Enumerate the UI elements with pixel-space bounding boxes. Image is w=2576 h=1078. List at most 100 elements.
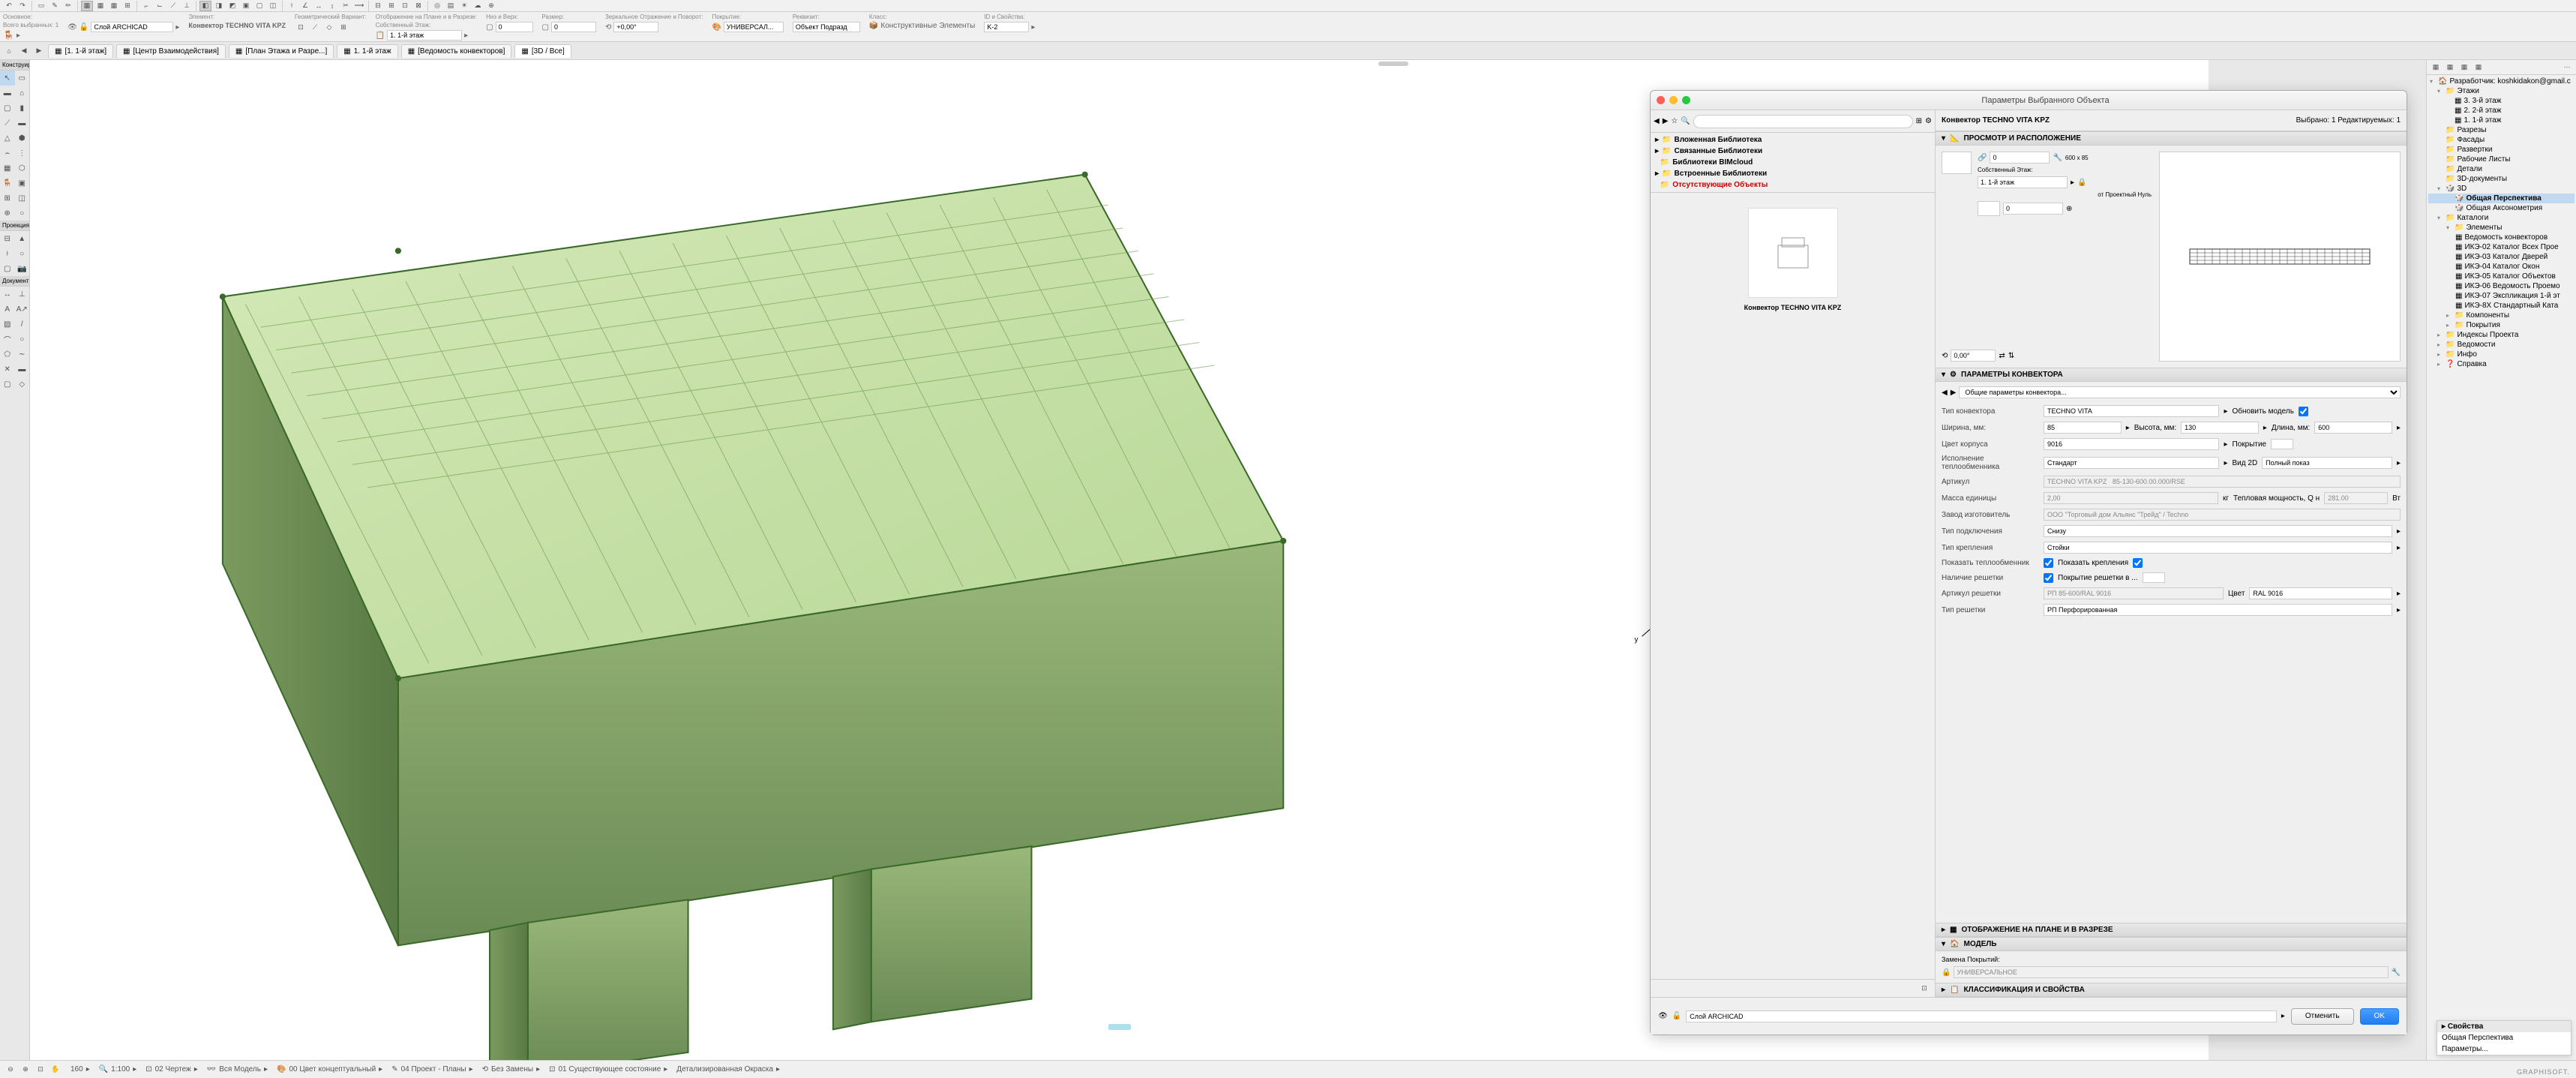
hotspot-tool[interactable]: ✕	[0, 362, 15, 377]
param-next-icon[interactable]: ▶	[1951, 389, 1957, 397]
view6-icon[interactable]: ◫	[267, 1, 279, 11]
nav-perspective[interactable]: 🎲Общая Перспектива	[2428, 194, 2575, 203]
redo-icon[interactable]: ↷	[16, 1, 28, 11]
nav-tab4-icon[interactable]: ▦	[2473, 62, 2485, 73]
nav-razvertki[interactable]: 📁Развертки	[2428, 145, 2575, 155]
nav-tab1-icon[interactable]: ▦	[2430, 62, 2442, 73]
floor-input[interactable]	[387, 30, 462, 41]
elev-tool[interactable]: ▲	[15, 231, 30, 246]
ws-tool[interactable]: ▢	[0, 261, 15, 276]
ok-button[interactable]: OK	[2360, 1008, 2399, 1025]
section-tool[interactable]: ⊟	[0, 231, 15, 246]
cursor-icon[interactable]: ▭	[35, 1, 47, 11]
footer-layer-input[interactable]	[1686, 1010, 2277, 1022]
dialog-titlebar[interactable]: Параметры Выбранного Объекта	[1651, 91, 2407, 110]
layer1-icon[interactable]: ▦	[81, 1, 93, 11]
nav-tab3-icon[interactable]: ▦	[2458, 62, 2470, 73]
settings-icon[interactable]: ⚙	[1925, 117, 1932, 125]
mount-type-input[interactable]	[2044, 542, 2392, 554]
coords-icon[interactable]: ⊕	[2066, 205, 2072, 213]
tab-floor1b[interactable]: ▦1. 1-й этаж	[337, 44, 397, 58]
measure-icon[interactable]: ⟊	[286, 1, 298, 11]
cursor-tool[interactable]: ↖	[0, 71, 15, 86]
curtain-tool[interactable]: ▦	[0, 161, 15, 176]
conn-type-input[interactable]	[2044, 525, 2392, 537]
pokrytie-input[interactable]	[724, 22, 784, 32]
own-floor-select[interactable]	[1978, 176, 2068, 188]
view3-icon[interactable]: ◩	[226, 1, 238, 11]
zone-tool[interactable]: ▣	[15, 176, 30, 191]
nav-elements[interactable]: ▾📁Элементы	[2428, 223, 2575, 233]
nav-cat2[interactable]: ▦ИКЭ-03 Каталог Дверей	[2428, 252, 2575, 262]
railing-tool[interactable]: ⋮	[15, 146, 30, 161]
nav-cat1[interactable]: ▦ИКЭ-02 Каталог Всех Прое	[2428, 242, 2575, 252]
snap1-icon[interactable]: ⌐	[140, 1, 152, 11]
camera-tool[interactable]: 📷	[15, 261, 30, 276]
popup-header[interactable]: ▸ Свойства	[2437, 1021, 2571, 1032]
select-icon[interactable]: ✎	[49, 1, 61, 11]
opening-tool[interactable]: ◫	[15, 191, 30, 206]
align4-icon[interactable]: ⊠	[412, 1, 424, 11]
text-tool[interactable]: A	[0, 302, 15, 317]
door-tool[interactable]: ⌂	[15, 86, 30, 101]
view2d-input[interactable]	[2262, 457, 2392, 469]
link-icon[interactable]: 🔗	[1978, 154, 1987, 162]
lock-icon[interactable]: 🔒	[1942, 968, 1951, 977]
param-prev-icon[interactable]: ◀	[1942, 389, 1948, 397]
nav-menu-icon[interactable]: ⋯	[2561, 62, 2573, 73]
nav-3d[interactable]: ▾🎲3D	[2428, 184, 2575, 194]
grille-coating-swatch[interactable]	[2143, 572, 2165, 583]
angle-icon[interactable]: ∠	[299, 1, 311, 11]
update-model-checkbox[interactable]	[2299, 407, 2308, 416]
nav-3ddocs[interactable]: 📁3D-документы	[2428, 174, 2575, 184]
view1-icon[interactable]: ◧	[199, 1, 211, 11]
nav-floor3[interactable]: ▦3. 3-й этаж	[2428, 96, 2575, 106]
pencil-icon[interactable]: ✏	[62, 1, 74, 11]
zoom-icon[interactable]	[1682, 96, 1690, 104]
view-toggle-icon[interactable]: ⊞	[1916, 117, 1922, 125]
lib-missing[interactable]: 📁Отсутствующие Объекты	[1652, 179, 1933, 191]
has-grille-checkbox[interactable]	[2044, 573, 2053, 583]
beam-tool[interactable]: ⟋	[0, 116, 15, 131]
lib-toolbar-icon[interactable]: ⊡	[1918, 983, 1930, 994]
section-class-header[interactable]: ▸📋КЛАССИФИКАЦИЯ И СВОЙСТВА	[1936, 983, 2407, 997]
nav-floors[interactable]: ▾📁Этажи	[2428, 86, 2575, 96]
align3-icon[interactable]: ⊡	[399, 1, 411, 11]
lib-bimcloud[interactable]: 📁Библиотеки BIMcloud	[1652, 157, 1933, 168]
tab-home-icon[interactable]: ⌂	[3, 46, 15, 56]
nav-info[interactable]: ▸📁Инфо	[2428, 350, 2575, 359]
nav-cat5[interactable]: ▦ИКЭ-06 Ведомость Проемо	[2428, 281, 2575, 291]
arc-tool[interactable]: ⌒	[0, 332, 15, 347]
zoom-out-icon[interactable]: ⊖	[4, 1064, 16, 1075]
mirror-v-icon[interactable]: ⇅	[2008, 352, 2014, 360]
section-params-header[interactable]: ▾⚙ПАРАМЕТРЫ КОНВЕКТОРА	[1936, 368, 2407, 382]
object-tool[interactable]: 🪑	[0, 176, 15, 191]
view5-icon[interactable]: ▢	[253, 1, 265, 11]
tab-schedule[interactable]: ▦[Ведомость конвекторов]	[401, 44, 512, 58]
preview-angle-input[interactable]	[1951, 350, 1996, 362]
column-tool[interactable]: ▮	[15, 101, 30, 116]
align2-icon[interactable]: ⊞	[385, 1, 397, 11]
detail-value[interactable]: Детализированная Окраска	[676, 1065, 773, 1073]
layer2-icon[interactable]: ▦	[94, 1, 106, 11]
exec-input[interactable]	[2044, 457, 2219, 469]
size2-input[interactable]	[551, 22, 596, 32]
nav-cat0[interactable]: ▦Ведомость конвекторов	[2428, 233, 2575, 242]
trim-icon[interactable]: ✂	[340, 1, 352, 11]
width-input[interactable]	[2044, 422, 2122, 434]
star-icon[interactable]: ☆	[1671, 117, 1678, 125]
nav-floor2[interactable]: ▦2. 2-й этаж	[2428, 106, 2575, 116]
length-input[interactable]	[2314, 422, 2392, 434]
cancel-button[interactable]: Отменить	[2291, 1008, 2354, 1025]
body-color-input[interactable]	[2044, 438, 2219, 450]
stair-tool[interactable]: ⌢	[0, 146, 15, 161]
lock-icon[interactable]: 🔒	[2077, 179, 2086, 187]
tools-icon[interactable]: 🔧	[2053, 154, 2062, 162]
shell-tool[interactable]: ⬢	[15, 131, 30, 146]
align1-icon[interactable]: ⊟	[372, 1, 384, 11]
nav-cat6[interactable]: ▦ИКЭ-07 Экспликация 1-й эт	[2428, 291, 2575, 301]
nav-details[interactable]: 📁Детали	[2428, 164, 2575, 174]
type-input[interactable]	[2044, 405, 2219, 417]
snap2-icon[interactable]: ⌙	[154, 1, 166, 11]
nav-cat4[interactable]: ▦ИКЭ-05 Каталог Объектов	[2428, 272, 2575, 281]
